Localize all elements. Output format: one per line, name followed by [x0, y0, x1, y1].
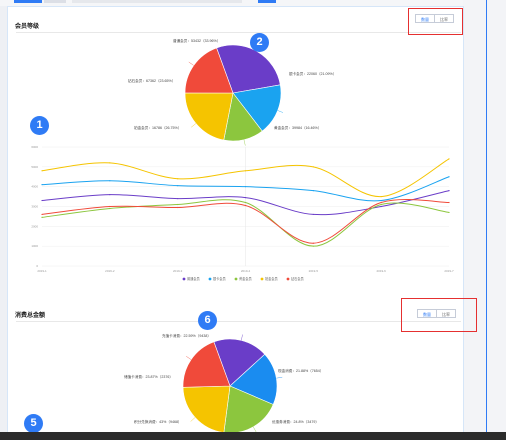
series-4-point-6[interactable]: [448, 201, 450, 204]
pie1-label-2: 黄金会员：39984（16.46%）: [274, 126, 322, 130]
consumption-pie-chart: [182, 334, 283, 434]
series-1-point-3[interactable]: [244, 186, 247, 188]
legend-label-3[interactable]: 铂金会员: [265, 276, 278, 281]
legend-label-1[interactable]: 银卡会员: [213, 276, 226, 281]
legend-label-2[interactable]: 黄金会员: [239, 276, 252, 281]
legend-marker-0[interactable]: [182, 277, 186, 281]
pie2-label-4: 储值卡消费：23.87%（2376）: [124, 375, 173, 379]
series-4-point-5[interactable]: [380, 201, 382, 204]
x-tick-label-2: 2019-3: [173, 269, 183, 273]
series-0-point-5[interactable]: [380, 205, 382, 208]
section-divider: [16, 32, 461, 33]
section-title-consumption-total: 消费总金额: [15, 313, 46, 319]
x-tick-label-3: 2019-4: [241, 269, 251, 273]
x-tick-label-6: 2019-7: [444, 269, 454, 273]
series-1-point-4[interactable]: [312, 190, 314, 192]
series-2-point-1[interactable]: [109, 207, 111, 210]
series-2-point-4[interactable]: [312, 245, 314, 247]
pie2-label-2: 优惠券消费：24.8%（3479）: [272, 420, 319, 424]
series-3-point-0[interactable]: [41, 170, 43, 172]
x-tick-label-4: 2019-5: [309, 269, 319, 273]
pie2-leader-line-1: [276, 376, 283, 379]
step-badge-1: 1: [30, 116, 49, 135]
legend-marker-3[interactable]: [260, 277, 264, 281]
series-2-point-6[interactable]: [448, 211, 450, 214]
toolbar-search-button[interactable]: [258, 0, 276, 3]
pie1-leader-line-3: [191, 123, 197, 128]
series-3-point-1[interactable]: [109, 162, 111, 164]
series-2-point-3[interactable]: [244, 201, 247, 204]
pie1-leader-line-1: [277, 110, 283, 113]
step-badge-5: 5: [24, 414, 43, 433]
y-tick-label-0: 0: [36, 264, 38, 268]
series-0-point-2[interactable]: [177, 197, 179, 200]
pie1-leader-line-4: [188, 61, 194, 66]
pie1-label-4: 钻石会员：67362（23.65%）: [128, 79, 176, 83]
series-3-point-6[interactable]: [448, 158, 450, 160]
series-4-point-4[interactable]: [312, 242, 314, 244]
legend-marker-4[interactable]: [286, 277, 290, 281]
y-tick-label-3: 3000: [31, 205, 38, 209]
toolbar-search-field[interactable]: [72, 0, 242, 3]
y-tick-label-1: 1000: [31, 244, 38, 248]
series-3-point-3[interactable]: [244, 170, 247, 172]
pie2-leader-line-3: [190, 417, 196, 422]
legend-marker-2[interactable]: [234, 277, 238, 281]
toolbar-tab-active[interactable]: [14, 0, 42, 3]
pie2-leader-line-0: [241, 334, 243, 341]
pie2-label-0: 充值卡消费：22.59%（9438）: [162, 334, 211, 338]
series-1-point-0[interactable]: [41, 184, 43, 186]
member-trend-line-chart: 0 1000 2000 3000 4000 5000 6000 2019-1 2019-2 201…: [31, 145, 454, 281]
pie2-label-3: 积分兑换消费：43%（9468）: [134, 420, 182, 424]
dashboard-panel: 会员等级 数量 比率 普通会员：53432（33.96%） 银卡会员：22060…: [7, 6, 477, 434]
y-tick-label-5: 5000: [31, 165, 38, 169]
series-4-point-0[interactable]: [41, 213, 43, 216]
series-0-point-1[interactable]: [109, 194, 111, 196]
series-1-point-2[interactable]: [177, 185, 179, 187]
member-level-pie-chart: [184, 44, 283, 146]
series-0-point-0[interactable]: [41, 199, 43, 202]
series-3-point-4[interactable]: [312, 166, 314, 168]
series-1-point-5[interactable]: [380, 199, 382, 202]
series-3-point-2[interactable]: [177, 178, 179, 180]
pie2-leader-line-4: [186, 356, 192, 360]
legend-marker-1[interactable]: [208, 277, 212, 281]
right-scrollbar-track[interactable]: [486, 0, 487, 432]
series-1-point-1[interactable]: [109, 180, 111, 182]
x-tick-label-5: 2019-6: [376, 269, 386, 273]
taskbar: [0, 432, 506, 440]
series-4-point-1[interactable]: [109, 205, 111, 208]
series-4-point-3[interactable]: [244, 204, 247, 207]
series-0-point-3[interactable]: [244, 196, 247, 199]
y-tick-label-6: 6000: [31, 145, 38, 149]
series-2-point-5[interactable]: [380, 203, 382, 206]
series-0-point-6[interactable]: [448, 190, 450, 192]
y-tick-label-2: 2000: [31, 224, 38, 228]
pie1-label-0: 普通会员：53432（33.96%）: [173, 39, 221, 43]
highlight-box-consumption-toggle: [401, 298, 477, 332]
section-divider-2: [16, 321, 461, 322]
series-2-point-2[interactable]: [177, 203, 179, 206]
pie2-label-1: 现金消费：21.88%（7654）: [278, 369, 324, 373]
series-3-point-5[interactable]: [380, 195, 382, 198]
series-0-point-4[interactable]: [312, 213, 314, 216]
step-badge-6: 6: [198, 311, 217, 330]
legend-label-0[interactable]: 普通会员: [187, 276, 200, 281]
right-scroll-area: [463, 0, 506, 440]
toolbar-tab[interactable]: [44, 0, 66, 3]
series-2-point-0[interactable]: [41, 216, 43, 219]
pie1-label-3: 铂金会员：16786（26.75%）: [134, 126, 182, 130]
step-badge-2: 2: [250, 33, 269, 52]
pie2-slice-3[interactable]: [182, 385, 231, 433]
legend-label-4[interactable]: 钻石会员: [291, 276, 304, 281]
y-tick-label-4: 4000: [31, 185, 38, 189]
x-tick-label-0: 2019-1: [37, 269, 47, 273]
section-title-member-level: 会员等级: [15, 24, 40, 30]
highlight-box-member-toggle: [408, 8, 463, 35]
series-1-point-6[interactable]: [448, 176, 450, 178]
pie1-label-1: 银卡会员：22060（21.09%）: [289, 72, 337, 76]
x-tick-label-1: 2019-2: [105, 269, 115, 273]
series-4-point-2[interactable]: [177, 206, 179, 209]
